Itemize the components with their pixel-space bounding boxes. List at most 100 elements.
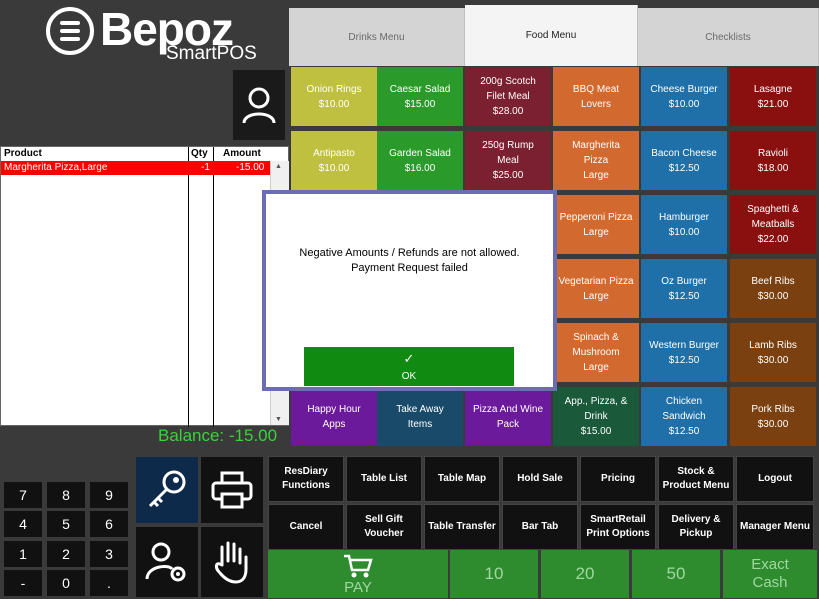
function-button[interactable]: Stock & Product Menu bbox=[658, 456, 734, 502]
menu-tile-line: Pack bbox=[496, 418, 520, 430]
function-button[interactable]: Delivery & Pickup bbox=[658, 504, 734, 550]
ok-button[interactable]: ✓ OK bbox=[304, 347, 514, 386]
menu-tile[interactable]: Lasagne $21.00 bbox=[730, 67, 816, 126]
menu-tile-line: Onion Rings bbox=[306, 83, 362, 95]
menu-tile[interactable]: Pepperoni Pizza Large bbox=[553, 195, 639, 254]
menu-tile[interactable]: Pork Ribs $30.00 bbox=[730, 387, 816, 446]
function-button-label: SmartRetail Print Options bbox=[586, 514, 650, 539]
function-button[interactable]: Table Transfer bbox=[424, 504, 500, 550]
menu-tile-line: Meatballs bbox=[751, 219, 795, 230]
menu-tile-line: Hamburger bbox=[658, 211, 710, 223]
menu-tile-line: $10.00 bbox=[668, 98, 700, 110]
menu-tile[interactable]: Beef Ribs $30.00 bbox=[730, 259, 816, 318]
menu-tile[interactable]: Antipasto $10.00 bbox=[291, 131, 377, 190]
tab-drinks-menu[interactable]: Drinks Menu bbox=[289, 8, 465, 66]
numpad-key[interactable]: 6 bbox=[90, 511, 128, 537]
numpad-key[interactable]: 9 bbox=[90, 482, 128, 508]
tab-checklists[interactable]: Checklists bbox=[638, 8, 819, 66]
function-button[interactable]: Bar Tab bbox=[502, 504, 578, 550]
menu-tile[interactable]: 200g Scotch Filet Meal $28.00 bbox=[465, 67, 551, 126]
menu-tile[interactable]: Hamburger $10.00 bbox=[641, 195, 727, 254]
cash-20-label: 20 bbox=[575, 564, 595, 583]
menu-tile[interactable]: Garden Salad $16.00 bbox=[377, 131, 463, 190]
menu-tile[interactable]: Vegetarian Pizza Large bbox=[553, 259, 639, 318]
numpad-key[interactable]: 8 bbox=[47, 482, 85, 508]
menu-tile-line: Apps bbox=[322, 418, 346, 430]
menu-tile[interactable]: Take Away Items bbox=[377, 387, 463, 446]
menu-tile[interactable]: Bacon Cheese $12.50 bbox=[641, 131, 727, 190]
scroll-down-icon[interactable]: ▼ bbox=[275, 416, 282, 423]
cash-10-label: 10 bbox=[484, 564, 504, 583]
print-button[interactable] bbox=[201, 457, 263, 523]
user-button[interactable] bbox=[233, 70, 285, 140]
numpad-key[interactable]: - bbox=[4, 570, 42, 596]
menu-tile-line: $18.00 bbox=[757, 162, 789, 174]
column-header-product: Product bbox=[4, 148, 42, 159]
function-button-label: ResDiary Functions bbox=[282, 466, 330, 491]
cash-50-button[interactable]: 50 bbox=[632, 550, 720, 598]
menu-tile[interactable]: Western Burger $12.50 bbox=[641, 323, 727, 382]
menu-tile-line: Large bbox=[583, 226, 609, 238]
function-button[interactable]: Table Map bbox=[424, 456, 500, 502]
menu-tile[interactable]: Caesar Salad $15.00 bbox=[377, 67, 463, 126]
function-button[interactable]: Pricing bbox=[580, 456, 656, 502]
order-row-qty: -1 bbox=[201, 162, 210, 173]
scroll-up-icon[interactable]: ▲ bbox=[275, 163, 282, 170]
dialog-message: Negative Amounts / Refunds are not allow… bbox=[266, 246, 553, 276]
function-button-label: Manager Menu bbox=[739, 521, 810, 532]
key-button[interactable] bbox=[136, 457, 198, 523]
cash-10-button[interactable]: 10 bbox=[450, 550, 538, 598]
function-button[interactable]: Logout bbox=[736, 456, 814, 502]
user-settings-button[interactable] bbox=[136, 527, 198, 597]
function-button[interactable]: Manager Menu bbox=[736, 504, 814, 550]
menu-tile[interactable]: Chicken Sandwich $12.50 bbox=[641, 387, 727, 446]
function-button[interactable]: Hold Sale bbox=[502, 456, 578, 502]
numpad-key[interactable]: 4 bbox=[4, 511, 42, 537]
menu-tile[interactable]: Spaghetti & Meatballs $22.00 bbox=[730, 195, 816, 254]
menu-tile-line: $15.00 bbox=[580, 426, 612, 437]
key-icon bbox=[148, 470, 186, 508]
order-row[interactable]: Margherita Pizza,Large -1 -15.00 bbox=[1, 161, 270, 175]
menu-tile[interactable]: Spinach & Mushroom Large bbox=[553, 323, 639, 382]
tab-food-menu[interactable]: Food Menu bbox=[465, 5, 638, 66]
numpad-key[interactable]: . bbox=[90, 570, 128, 596]
pay-label: PAY bbox=[344, 578, 372, 596]
menu-tile-line: $15.00 bbox=[404, 98, 436, 110]
menu-tile-line: Pizza And Wine bbox=[472, 403, 544, 415]
numpad-key[interactable]: 1 bbox=[4, 541, 42, 567]
menu-tile-line: Chicken bbox=[665, 396, 703, 407]
function-button[interactable]: Sell Gift Voucher bbox=[346, 504, 422, 550]
numpad-key[interactable]: 2 bbox=[47, 541, 85, 567]
menu-tile-line: Large bbox=[583, 170, 609, 181]
numpad-key[interactable]: 0 bbox=[47, 570, 85, 596]
function-button[interactable]: Cancel bbox=[268, 504, 344, 550]
menu-tile[interactable]: Ravioli $18.00 bbox=[730, 131, 816, 190]
menu-tile[interactable]: 250g Rump Meal $25.00 bbox=[465, 131, 551, 190]
numpad-key[interactable]: 7 bbox=[4, 482, 42, 508]
menu-tile[interactable]: BBQ Meat Lovers bbox=[553, 67, 639, 126]
menu-tile[interactable]: App., Pizza, & Drink $15.00 bbox=[553, 387, 639, 446]
menu-tile-line: Large bbox=[583, 290, 609, 302]
menu-tile-line: Mushroom bbox=[572, 347, 620, 358]
cash-50-label: 50 bbox=[666, 564, 686, 583]
numpad-key[interactable]: 5 bbox=[47, 511, 85, 537]
numpad-key[interactable]: 3 bbox=[90, 541, 128, 567]
menu-tile-line: Lasagne bbox=[753, 83, 793, 95]
pay-button[interactable]: PAY bbox=[268, 550, 448, 598]
menu-tile-line: Sandwich bbox=[662, 411, 706, 422]
menu-tile[interactable]: Happy Hour Apps bbox=[291, 387, 377, 446]
cash-20-button[interactable]: 20 bbox=[541, 550, 629, 598]
menu-tile-line: $10.00 bbox=[318, 98, 350, 110]
menu-tile[interactable]: Pizza And Wine Pack bbox=[465, 387, 551, 446]
menu-tile-line: Drink bbox=[584, 411, 608, 422]
function-button[interactable]: ResDiary Functions bbox=[268, 456, 344, 502]
menu-tile[interactable]: Cheese Burger $10.00 bbox=[641, 67, 727, 126]
menu-tile[interactable]: Oz Burger $12.50 bbox=[641, 259, 727, 318]
stop-button[interactable] bbox=[201, 527, 263, 597]
menu-tile[interactable]: Onion Rings $10.00 bbox=[291, 67, 377, 126]
menu-tile[interactable]: Lamb Ribs $30.00 bbox=[730, 323, 816, 382]
menu-tile[interactable]: Margherita Pizza Large bbox=[553, 131, 639, 190]
exact-cash-button[interactable]: Exact Cash bbox=[723, 550, 817, 598]
function-button[interactable]: SmartRetail Print Options bbox=[580, 504, 656, 550]
function-button[interactable]: Table List bbox=[346, 456, 422, 502]
